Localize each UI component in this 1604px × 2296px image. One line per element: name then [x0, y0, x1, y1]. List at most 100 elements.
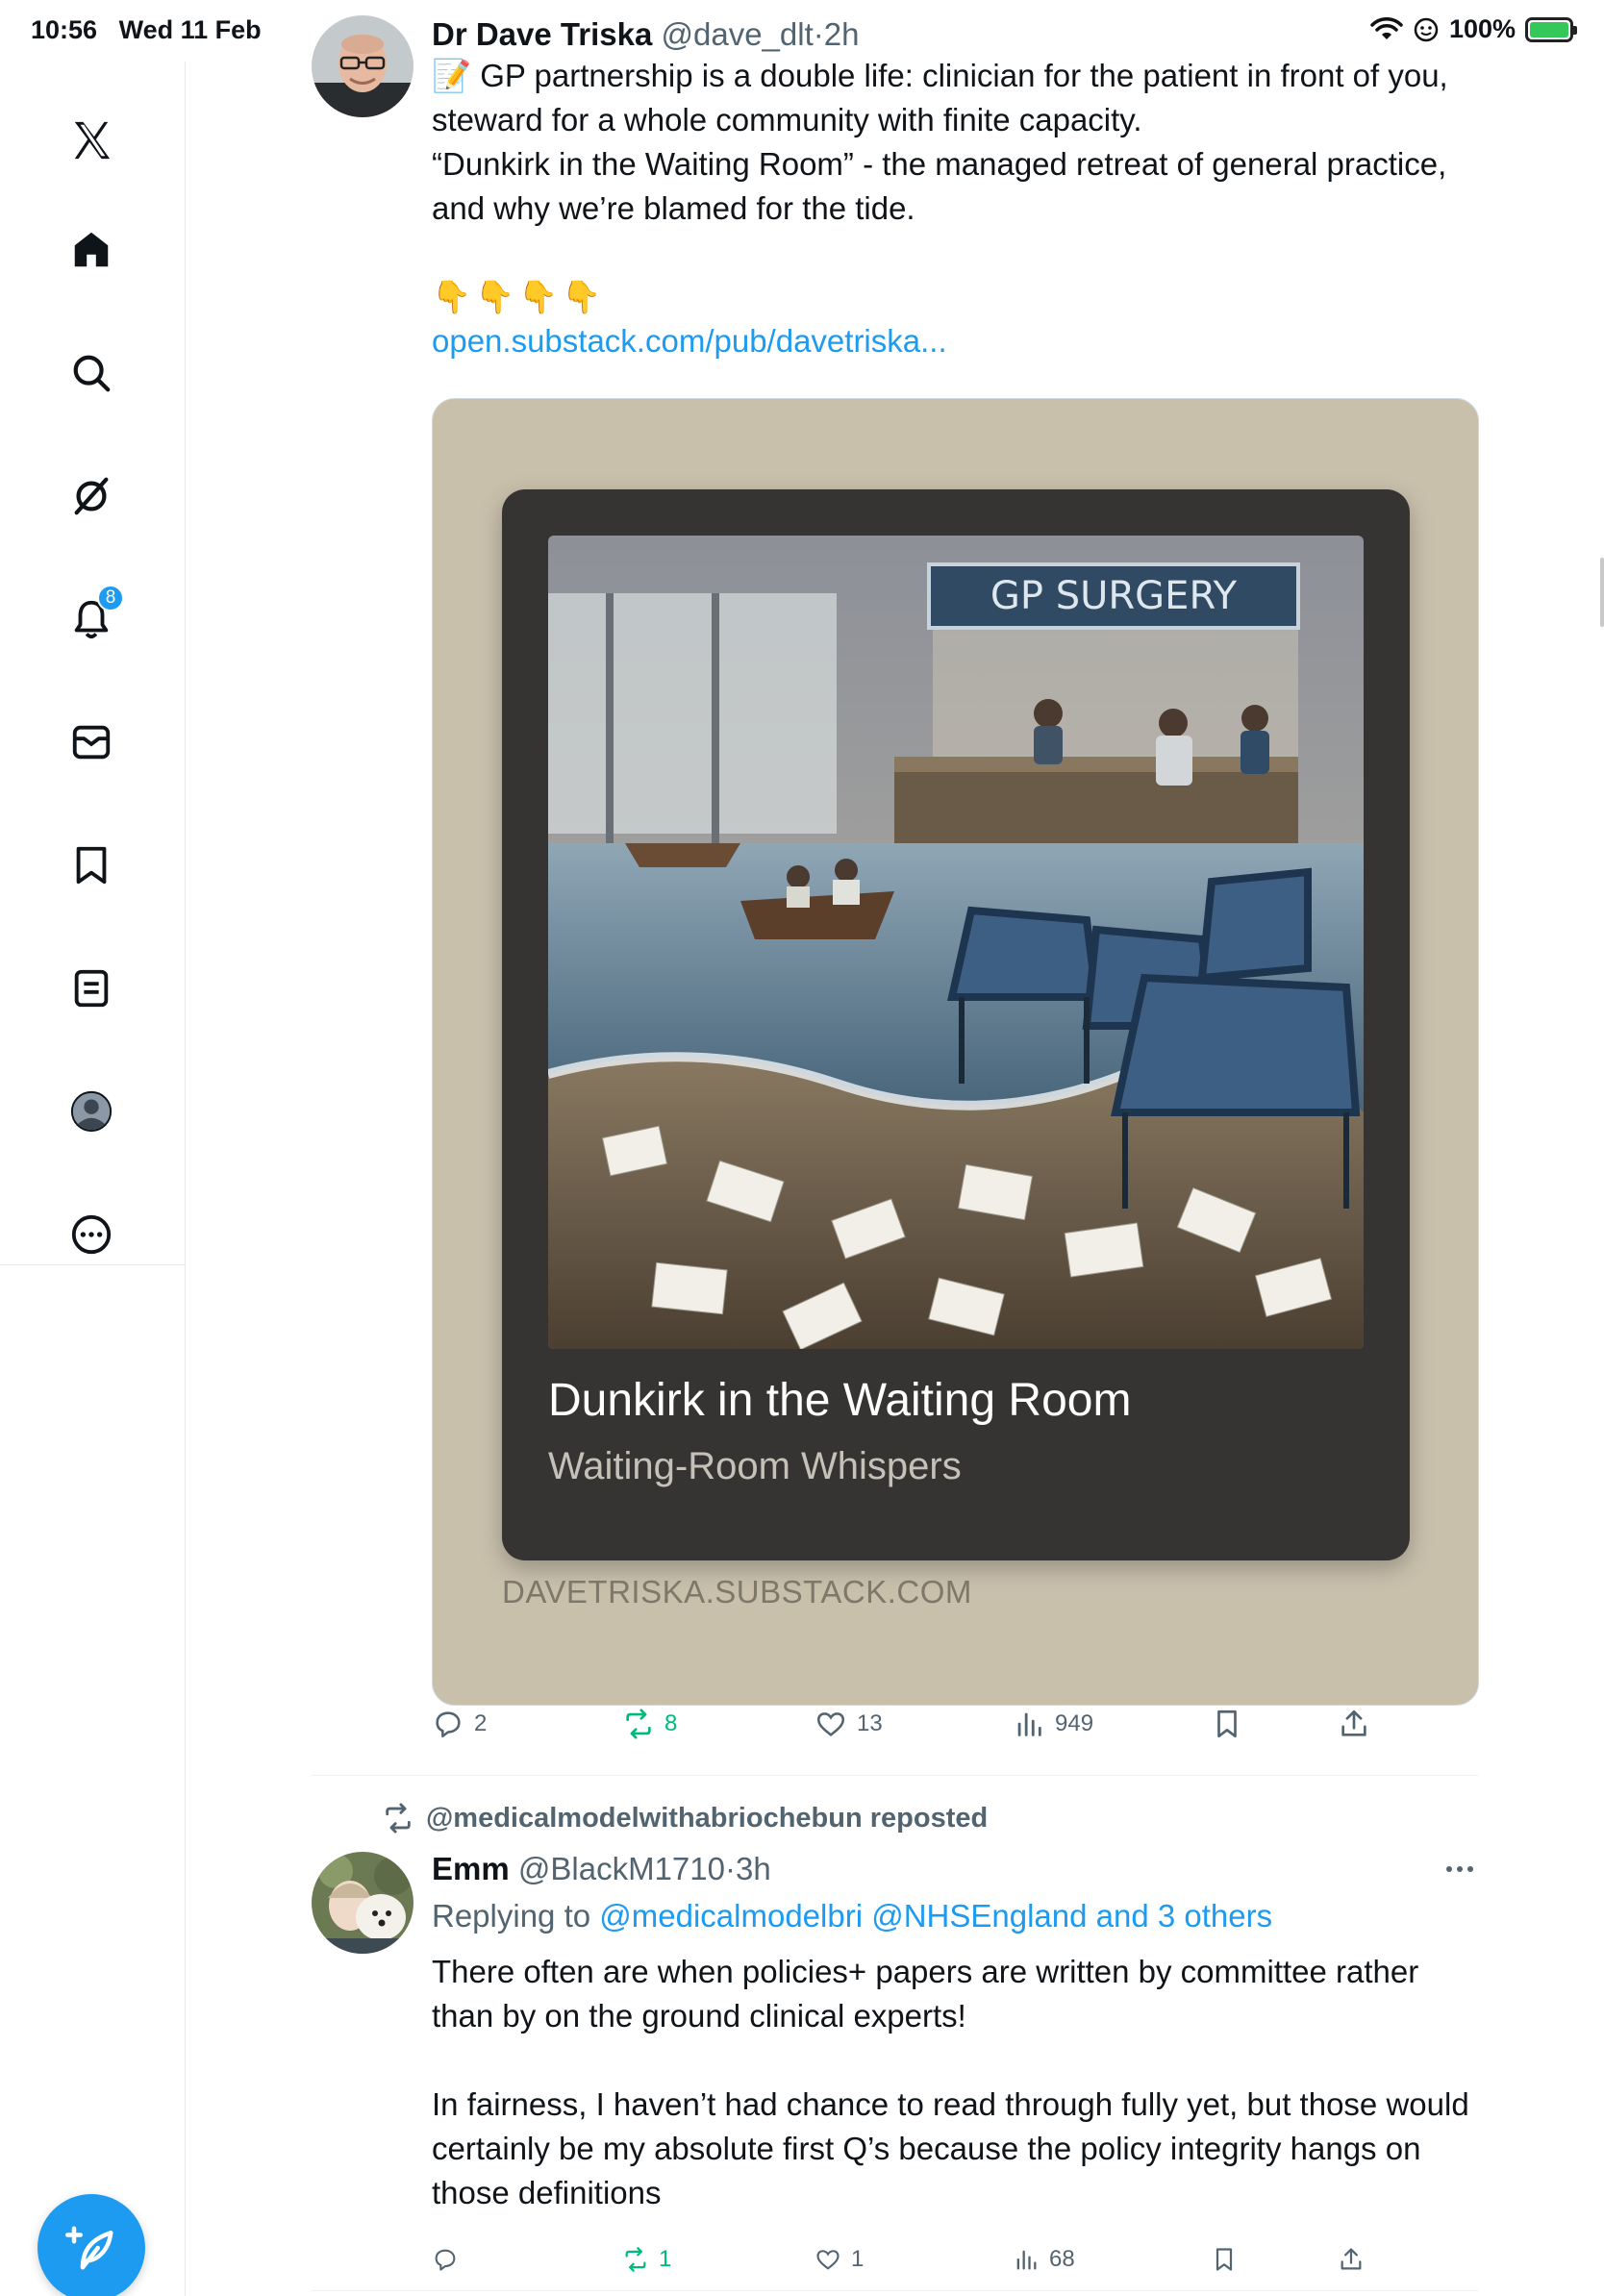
- image-sign-text: GP SURGERY: [990, 574, 1238, 618]
- tweet-separator: [312, 2290, 1479, 2291]
- profile-icon: [70, 1090, 113, 1133]
- display-name[interactable]: Emm: [432, 1851, 510, 1886]
- card-domain: DAVETRISKA.SUBSTACK.COM: [502, 1574, 972, 1610]
- replying-to-users[interactable]: @medicalmodelbri @NHSEngland and 3 other…: [599, 1898, 1272, 1934]
- tweet-header: Dr Dave Triska @dave_dlt·2h: [432, 15, 1479, 54]
- avatar[interactable]: [312, 15, 414, 117]
- like-button[interactable]: 1: [815, 2246, 864, 2273]
- repost-icon: [626, 1709, 651, 1739]
- views-button[interactable]: 949: [1013, 1708, 1093, 1740]
- reply-count: 2: [474, 1710, 488, 1736]
- user-handle[interactable]: @BlackM1710: [518, 1851, 725, 1886]
- like-count: 13: [857, 1710, 883, 1736]
- tweet-link[interactable]: open.substack.com/pub/davetriska...: [432, 319, 1479, 363]
- sidebar-divider: [0, 1264, 186, 1265]
- reply-button[interactable]: [432, 2246, 468, 2273]
- compose-button[interactable]: [38, 2194, 145, 2296]
- battery-fill: [1530, 21, 1568, 37]
- share-button[interactable]: [1338, 2246, 1365, 2273]
- envelope-icon: [72, 725, 111, 760]
- like-count: 1: [851, 2246, 865, 2272]
- status-time: 10:56 Wed 11 Feb: [31, 15, 262, 44]
- bookmark-icon: [76, 846, 107, 885]
- card-subtitle: Waiting-Room Whispers: [548, 1445, 962, 1487]
- reply-icon: [435, 2249, 456, 2271]
- views-chart-icon: [1017, 1712, 1041, 1736]
- sidebar-item-bookmarks[interactable]: [61, 835, 122, 896]
- share-button[interactable]: [1338, 1708, 1370, 1740]
- tweet[interactable]: Emm @BlackM1710·3h Replying to @medicalm…: [312, 1850, 1479, 2296]
- timestamp[interactable]: 2h: [824, 16, 860, 52]
- sidebar-nav: 8: [0, 62, 186, 2296]
- reply-icon: [436, 1711, 461, 1738]
- search-icon: [73, 355, 111, 392]
- link-preview-card[interactable]: GP SURGERY Dunkirk in the Waiting Room W…: [432, 398, 1479, 1706]
- more-options-button[interactable]: [1441, 1850, 1479, 1888]
- article-image: GP SURGERY: [548, 536, 1364, 1349]
- card-preview: GP SURGERY Dunkirk in the Waiting Room W…: [502, 489, 1410, 1560]
- tweet-actions: 2 8 13 949: [432, 1708, 1393, 1754]
- card-title: Dunkirk in the Waiting Room: [548, 1375, 1132, 1426]
- bookmark-button[interactable]: [1211, 2246, 1238, 2273]
- tweet-body: Dr Dave Triska @dave_dlt·2h 📝 GP partner…: [432, 15, 1479, 363]
- sidebar-item-profile[interactable]: [61, 1081, 122, 1142]
- tweet-text: “Dunkirk in the Waiting Room” - the mana…: [432, 146, 1447, 226]
- x-logo-icon[interactable]: [61, 110, 122, 171]
- sidebar-item-grok[interactable]: [61, 465, 122, 527]
- repost-count: 1: [659, 2246, 672, 2272]
- status-date: Wed 11 Feb: [118, 15, 262, 44]
- repost-context-label: @medicalmodelwithabriochebun reposted: [426, 1802, 989, 1834]
- tweet-text: There often are when policies+ papers ar…: [432, 1954, 1419, 2034]
- bookmark-icon: [1217, 1710, 1237, 1738]
- replying-to: Replying to @medicalmodelbri @NHSEngland…: [432, 1894, 1479, 1938]
- heart-icon: [816, 2250, 840, 2270]
- bookmark-icon: [1216, 2248, 1233, 2271]
- like-button[interactable]: 13: [815, 1708, 883, 1740]
- repost-count: 8: [664, 1710, 678, 1736]
- scroll-indicator[interactable]: [1600, 558, 1604, 627]
- battery-charging-icon: [1525, 16, 1577, 42]
- tweet-separator: [312, 1775, 1479, 1776]
- tweet[interactable]: Dr Dave Triska @dave_dlt·2h 📝 GP partner…: [312, 15, 1479, 1756]
- timestamp[interactable]: 3h: [736, 1851, 771, 1886]
- sidebar-item-lists[interactable]: [61, 958, 122, 1019]
- compose-feather-icon: [65, 2226, 113, 2270]
- repost-icon: [625, 2247, 646, 2272]
- view-count: 68: [1049, 2246, 1075, 2272]
- avatar[interactable]: [312, 1852, 414, 1954]
- repost-button[interactable]: 1: [622, 2246, 671, 2273]
- separator-dot: ·: [724, 1851, 736, 1886]
- display-name[interactable]: Dr Dave Triska: [432, 16, 652, 52]
- view-count: 949: [1055, 1710, 1094, 1736]
- tweet-text: In fairness, I haven’t had chance to rea…: [432, 2086, 1469, 2210]
- list-icon: [74, 969, 109, 1008]
- tweet-text: 📝 GP partnership is a double life: clini…: [432, 58, 1448, 137]
- sidebar-item-more[interactable]: [61, 1204, 122, 1265]
- sidebar-item-notifications[interactable]: 8: [61, 585, 124, 650]
- share-icon: [1341, 2248, 1362, 2270]
- tweet-actions: 1 1 68: [432, 2246, 1393, 2292]
- sidebar-item-messages[interactable]: [61, 711, 122, 773]
- separator-dot: ·: [813, 16, 824, 52]
- reply-button[interactable]: 2: [432, 1708, 487, 1740]
- notification-badge: 8: [97, 585, 124, 611]
- user-handle[interactable]: @dave_dlt: [661, 16, 813, 52]
- views-button[interactable]: 68: [1013, 2246, 1075, 2273]
- tweet-emoji-line: 👇👇👇👇: [432, 279, 606, 314]
- repost-button[interactable]: 8: [622, 1708, 677, 1740]
- ellipsis-icon: [1446, 1866, 1473, 1872]
- more-circle-icon: [71, 1214, 112, 1255]
- replying-to-label: Replying to: [432, 1898, 600, 1934]
- share-icon: [1341, 1710, 1366, 1736]
- repost-icon: [386, 1803, 411, 1834]
- sidebar-item-home[interactable]: [61, 219, 122, 281]
- tweet-body: Emm @BlackM1710·3h Replying to @medicalm…: [432, 1850, 1479, 2215]
- bookmark-button[interactable]: [1211, 1708, 1243, 1740]
- heart-icon: [816, 1712, 845, 1736]
- repost-context[interactable]: @medicalmodelwithabriochebun reposted: [382, 1802, 988, 1834]
- views-chart-icon: [1016, 2250, 1037, 2270]
- sidebar-item-explore[interactable]: [61, 342, 122, 404]
- tweet-header: Emm @BlackM1710·3h: [432, 1850, 1479, 1888]
- grok-icon: [74, 477, 109, 515]
- home-icon: [74, 232, 109, 267]
